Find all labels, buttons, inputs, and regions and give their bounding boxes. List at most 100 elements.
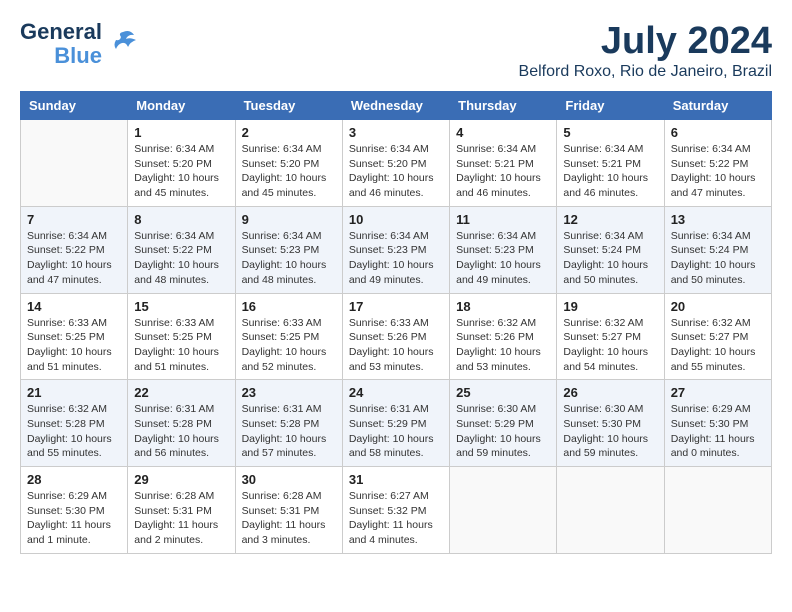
day-number: 27 <box>671 385 765 400</box>
day-info: Sunrise: 6:33 AMSunset: 5:25 PMDaylight:… <box>27 316 121 375</box>
day-number: 29 <box>134 472 228 487</box>
day-number: 28 <box>27 472 121 487</box>
day-number: 21 <box>27 385 121 400</box>
calendar-cell: 20 Sunrise: 6:32 AMSunset: 5:27 PMDayligh… <box>664 293 771 380</box>
logo-bird-icon <box>108 27 138 62</box>
calendar-cell: 10 Sunrise: 6:34 AMSunset: 5:23 PMDayligh… <box>342 206 449 293</box>
logo-line1: General <box>20 20 102 44</box>
calendar-cell: 14 Sunrise: 6:33 AMSunset: 5:25 PMDayligh… <box>21 293 128 380</box>
day-number: 11 <box>456 212 550 227</box>
calendar-cell: 4 Sunrise: 6:34 AMSunset: 5:21 PMDaylight… <box>450 120 557 207</box>
calendar-cell: 23 Sunrise: 6:31 AMSunset: 5:28 PMDayligh… <box>235 380 342 467</box>
calendar-cell: 9 Sunrise: 6:34 AMSunset: 5:23 PMDaylight… <box>235 206 342 293</box>
calendar-cell <box>450 467 557 554</box>
day-info: Sunrise: 6:29 AMSunset: 5:30 PMDaylight:… <box>27 489 121 548</box>
day-info: Sunrise: 6:32 AMSunset: 5:27 PMDaylight:… <box>563 316 657 375</box>
day-info: Sunrise: 6:28 AMSunset: 5:31 PMDaylight:… <box>134 489 228 548</box>
calendar-cell <box>21 120 128 207</box>
day-info: Sunrise: 6:34 AMSunset: 5:24 PMDaylight:… <box>563 229 657 288</box>
day-info: Sunrise: 6:31 AMSunset: 5:29 PMDaylight:… <box>349 402 443 461</box>
col-header-sunday: Sunday <box>21 92 128 120</box>
calendar-week-row: 7Sunrise: 6:34 AMSunset: 5:22 PMDaylight… <box>21 206 772 293</box>
calendar-cell: 15Sunrise: 6:33 AMSunset: 5:25 PMDayligh… <box>128 293 235 380</box>
calendar-cell: 11 Sunrise: 6:34 AMSunset: 5:23 PMDayligh… <box>450 206 557 293</box>
day-number: 25 <box>456 385 550 400</box>
calendar-cell: 16 Sunrise: 6:33 AMSunset: 5:25 PMDayligh… <box>235 293 342 380</box>
day-info: Sunrise: 6:32 AMSunset: 5:27 PMDaylight:… <box>671 316 765 375</box>
day-info: Sunrise: 6:34 AMSunset: 5:23 PMDaylight:… <box>349 229 443 288</box>
page-header: General Blue July 2024 Belford Roxo, Rio… <box>20 20 772 81</box>
day-number: 17 <box>349 299 443 314</box>
calendar-cell: 27 Sunrise: 6:29 AMSunset: 5:30 PMDayligh… <box>664 380 771 467</box>
day-info: Sunrise: 6:30 AMSunset: 5:29 PMDaylight:… <box>456 402 550 461</box>
logo-line2: Blue <box>54 44 102 68</box>
day-info: Sunrise: 6:34 AMSunset: 5:21 PMDaylight:… <box>456 142 550 201</box>
calendar-cell: 24Sunrise: 6:31 AMSunset: 5:29 PMDayligh… <box>342 380 449 467</box>
day-info: Sunrise: 6:34 AMSunset: 5:22 PMDaylight:… <box>671 142 765 201</box>
day-info: Sunrise: 6:34 AMSunset: 5:22 PMDaylight:… <box>27 229 121 288</box>
day-number: 14 <box>27 299 121 314</box>
calendar-cell: 1Sunrise: 6:34 AMSunset: 5:20 PMDaylight… <box>128 120 235 207</box>
day-number: 15 <box>134 299 228 314</box>
day-info: Sunrise: 6:31 AMSunset: 5:28 PMDaylight:… <box>242 402 336 461</box>
day-info: Sunrise: 6:30 AMSunset: 5:30 PMDaylight:… <box>563 402 657 461</box>
calendar-cell: 22 Sunrise: 6:31 AMSunset: 5:28 PMDayligh… <box>128 380 235 467</box>
day-number: 23 <box>242 385 336 400</box>
day-info: Sunrise: 6:34 AMSunset: 5:24 PMDaylight:… <box>671 229 765 288</box>
calendar-table: SundayMondayTuesdayWednesdayThursdayFrid… <box>20 91 772 554</box>
day-number: 31 <box>349 472 443 487</box>
day-number: 3 <box>349 125 443 140</box>
col-header-monday: Monday <box>128 92 235 120</box>
day-number: 16 <box>242 299 336 314</box>
calendar-week-row: 1 Sunrise: 6:34 AMSunset: 5:20 PMDaylight… <box>21 120 772 207</box>
day-info: Sunrise: 6:29 AMSunset: 5:30 PMDaylight:… <box>671 402 765 461</box>
day-info: Sunrise: 6:34 AMSunset: 5:23 PMDaylight:… <box>242 229 336 288</box>
calendar-cell <box>557 467 664 554</box>
calendar-week-row: 21 Sunrise: 6:32 AMSunset: 5:28 PMDayligh… <box>21 380 772 467</box>
day-info: Sunrise: 6:33 AMSunset: 5:25 PMDaylight:… <box>242 316 336 375</box>
day-number: 6 <box>671 125 765 140</box>
calendar-cell: 6 Sunrise: 6:34 AMSunset: 5:22 PMDaylight… <box>664 120 771 207</box>
day-info: Sunrise: 6:32 AMSunset: 5:26 PMDaylight:… <box>456 316 550 375</box>
day-number: 30 <box>242 472 336 487</box>
day-number: 8 <box>134 212 228 227</box>
calendar-cell: 28 Sunrise: 6:29 AMSunset: 5:30 PMDayligh… <box>21 467 128 554</box>
calendar-cell: 2Sunrise: 6:34 AMSunset: 5:20 PMDaylight… <box>235 120 342 207</box>
calendar-cell: 3 Sunrise: 6:34 AMSunset: 5:20 PMDaylight… <box>342 120 449 207</box>
day-info: Sunrise: 6:34 AMSunset: 5:21 PMDaylight:… <box>563 142 657 201</box>
day-info: Sunrise: 6:34 AMSunset: 5:20 PMDaylight:… <box>349 142 443 201</box>
day-number: 9 <box>242 212 336 227</box>
logo: General Blue <box>20 20 138 68</box>
day-info: Sunrise: 6:32 AMSunset: 5:28 PMDaylight:… <box>27 402 121 461</box>
day-number: 13 <box>671 212 765 227</box>
day-number: 5 <box>563 125 657 140</box>
calendar-cell <box>664 467 771 554</box>
day-number: 20 <box>671 299 765 314</box>
day-number: 26 <box>563 385 657 400</box>
location-subtitle: Belford Roxo, Rio de Janeiro, Brazil <box>519 63 772 81</box>
day-info: Sunrise: 6:28 AMSunset: 5:31 PMDaylight:… <box>242 489 336 548</box>
calendar-cell: 12 Sunrise: 6:34 AMSunset: 5:24 PMDayligh… <box>557 206 664 293</box>
day-number: 12 <box>563 212 657 227</box>
calendar-cell: 18Sunrise: 6:32 AMSunset: 5:26 PMDayligh… <box>450 293 557 380</box>
day-info: Sunrise: 6:33 AMSunset: 5:26 PMDaylight:… <box>349 316 443 375</box>
col-header-friday: Friday <box>557 92 664 120</box>
day-info: Sunrise: 6:31 AMSunset: 5:28 PMDaylight:… <box>134 402 228 461</box>
month-year-title: July 2024 <box>519 20 772 63</box>
day-number: 10 <box>349 212 443 227</box>
title-section: July 2024 Belford Roxo, Rio de Janeiro, … <box>519 20 772 81</box>
calendar-cell: 8Sunrise: 6:34 AMSunset: 5:22 PMDaylight… <box>128 206 235 293</box>
day-number: 4 <box>456 125 550 140</box>
calendar-cell: 19 Sunrise: 6:32 AMSunset: 5:27 PMDayligh… <box>557 293 664 380</box>
col-header-thursday: Thursday <box>450 92 557 120</box>
calendar-cell: 17 Sunrise: 6:33 AMSunset: 5:26 PMDayligh… <box>342 293 449 380</box>
day-info: Sunrise: 6:27 AMSunset: 5:32 PMDaylight:… <box>349 489 443 548</box>
col-header-wednesday: Wednesday <box>342 92 449 120</box>
day-info: Sunrise: 6:34 AMSunset: 5:23 PMDaylight:… <box>456 229 550 288</box>
day-number: 19 <box>563 299 657 314</box>
day-number: 1 <box>134 125 228 140</box>
calendar-week-row: 14 Sunrise: 6:33 AMSunset: 5:25 PMDayligh… <box>21 293 772 380</box>
day-number: 22 <box>134 385 228 400</box>
col-header-saturday: Saturday <box>664 92 771 120</box>
calendar-cell: 31 Sunrise: 6:27 AMSunset: 5:32 PMDayligh… <box>342 467 449 554</box>
